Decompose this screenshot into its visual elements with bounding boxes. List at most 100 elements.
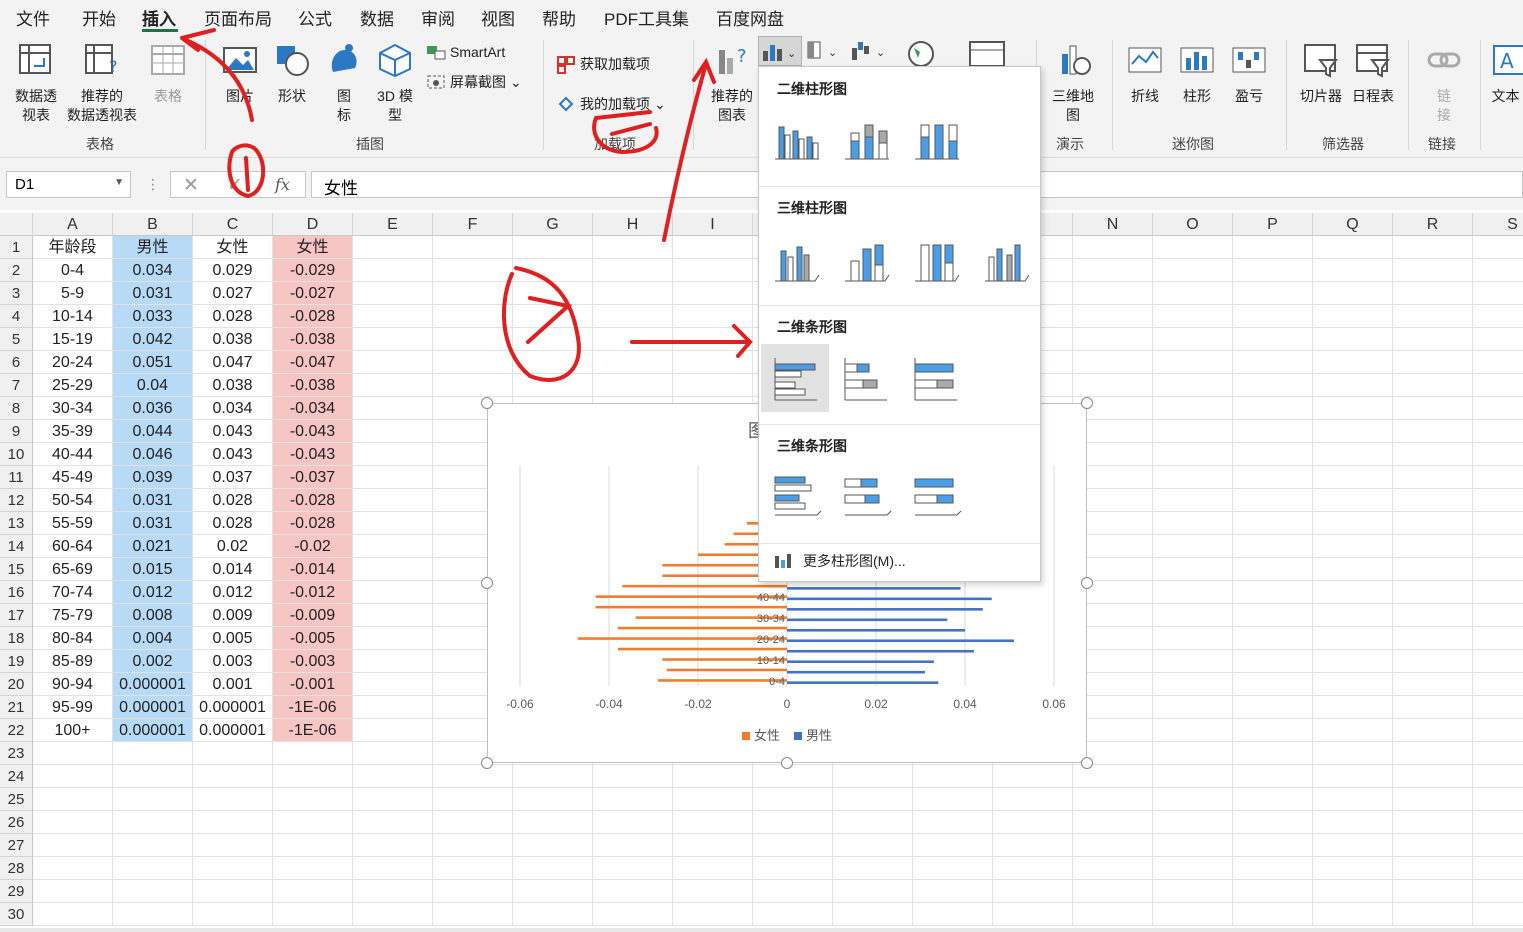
- column-header-G[interactable]: G: [513, 213, 593, 236]
- cell-F30[interactable]: [433, 903, 513, 926]
- cell-Q23[interactable]: [1313, 742, 1393, 765]
- cell-D26[interactable]: [273, 811, 353, 834]
- cell-H1[interactable]: [593, 236, 673, 259]
- slicer-button[interactable]: 切片器: [1296, 42, 1346, 106]
- cell-P15[interactable]: [1233, 558, 1313, 581]
- cell-F5[interactable]: [433, 328, 513, 351]
- cell-G25[interactable]: [513, 788, 593, 811]
- tab-data[interactable]: 数据: [360, 5, 394, 30]
- column-header-E[interactable]: E: [353, 213, 433, 236]
- pictures-button[interactable]: 图片: [218, 42, 262, 106]
- insert-function-icon[interactable]: fx: [275, 175, 290, 194]
- text-button[interactable]: A 文本: [1488, 42, 1523, 106]
- cell-E19[interactable]: [353, 650, 433, 673]
- cell-R15[interactable]: [1393, 558, 1473, 581]
- cell-C27[interactable]: [193, 834, 273, 857]
- cell-R20[interactable]: [1393, 673, 1473, 696]
- tab-view[interactable]: 视图: [481, 5, 515, 30]
- row-header[interactable]: 24: [0, 765, 33, 788]
- tab-review[interactable]: 审阅: [421, 5, 455, 30]
- cell-C18[interactable]: 0.005: [193, 627, 273, 650]
- cell-H27[interactable]: [593, 834, 673, 857]
- cell-P24[interactable]: [1233, 765, 1313, 788]
- cell-C9[interactable]: 0.043: [193, 420, 273, 443]
- cell-E20[interactable]: [353, 673, 433, 696]
- cell-B15[interactable]: 0.015: [113, 558, 193, 581]
- pivot-chart-button[interactable]: [968, 40, 1008, 68]
- column-header-R[interactable]: R: [1393, 213, 1473, 236]
- cell-K24[interactable]: [833, 765, 913, 788]
- cell-G29[interactable]: [513, 880, 593, 903]
- cell-D9[interactable]: -0.043: [273, 420, 353, 443]
- cell-B2[interactable]: 0.034: [113, 259, 193, 282]
- cell-H5[interactable]: [593, 328, 673, 351]
- cell-O3[interactable]: [1153, 282, 1233, 305]
- cell-P9[interactable]: [1233, 420, 1313, 443]
- cell-A25[interactable]: [33, 788, 113, 811]
- cell-P14[interactable]: [1233, 535, 1313, 558]
- row-header[interactable]: 11: [0, 466, 33, 489]
- cell-E11[interactable]: [353, 466, 433, 489]
- row-header[interactable]: 10: [0, 443, 33, 466]
- row-header[interactable]: 23: [0, 742, 33, 765]
- cell-E12[interactable]: [353, 489, 433, 512]
- cell-D14[interactable]: -0.02: [273, 535, 353, 558]
- smartart-button[interactable]: SmartArt: [426, 44, 505, 60]
- cell-D8[interactable]: -0.034: [273, 397, 353, 420]
- cell-S25[interactable]: [1473, 788, 1523, 811]
- stacked-bar-icon[interactable]: [835, 348, 895, 408]
- cell-B16[interactable]: 0.012: [113, 581, 193, 604]
- cell-D13[interactable]: -0.028: [273, 512, 353, 535]
- cell-O22[interactable]: [1153, 719, 1233, 742]
- cell-D25[interactable]: [273, 788, 353, 811]
- cell-S22[interactable]: [1473, 719, 1523, 742]
- row-header[interactable]: 6: [0, 351, 33, 374]
- tab-pdf-tools[interactable]: PDF工具集: [604, 5, 689, 30]
- cell-S2[interactable]: [1473, 259, 1523, 282]
- cell-Q20[interactable]: [1313, 673, 1393, 696]
- cell-P10[interactable]: [1233, 443, 1313, 466]
- cell-E7[interactable]: [353, 374, 433, 397]
- cell-Q13[interactable]: [1313, 512, 1393, 535]
- cell-N4[interactable]: [1073, 305, 1153, 328]
- cell-E13[interactable]: [353, 512, 433, 535]
- cell-Q6[interactable]: [1313, 351, 1393, 374]
- cell-D30[interactable]: [273, 903, 353, 926]
- cell-B12[interactable]: 0.031: [113, 489, 193, 512]
- cell-I7[interactable]: [673, 374, 753, 397]
- cell-F2[interactable]: [433, 259, 513, 282]
- cell-P17[interactable]: [1233, 604, 1313, 627]
- cell-S11[interactable]: [1473, 466, 1523, 489]
- cell-D28[interactable]: [273, 857, 353, 880]
- row-header[interactable]: 29: [0, 880, 33, 903]
- cell-F6[interactable]: [433, 351, 513, 374]
- cell-P2[interactable]: [1233, 259, 1313, 282]
- cell-Q22[interactable]: [1313, 719, 1393, 742]
- column-header-B[interactable]: B: [113, 213, 193, 236]
- row-header[interactable]: 12: [0, 489, 33, 512]
- cell-H4[interactable]: [593, 305, 673, 328]
- cell-Q11[interactable]: [1313, 466, 1393, 489]
- cell-D7[interactable]: -0.038: [273, 374, 353, 397]
- cell-R2[interactable]: [1393, 259, 1473, 282]
- cell-D12[interactable]: -0.028: [273, 489, 353, 512]
- column-header-H[interactable]: H: [593, 213, 673, 236]
- cell-I4[interactable]: [673, 305, 753, 328]
- cell-R26[interactable]: [1393, 811, 1473, 834]
- cell-I26[interactable]: [673, 811, 753, 834]
- cell-A13[interactable]: 55-59: [33, 512, 113, 535]
- cell-D20[interactable]: -0.001: [273, 673, 353, 696]
- cell-D24[interactable]: [273, 765, 353, 788]
- cell-J26[interactable]: [753, 811, 833, 834]
- cell-N1[interactable]: [1073, 236, 1153, 259]
- cell-A9[interactable]: 35-39: [33, 420, 113, 443]
- cell-P26[interactable]: [1233, 811, 1313, 834]
- cell-N25[interactable]: [1073, 788, 1153, 811]
- tab-formulas[interactable]: 公式: [298, 5, 332, 30]
- cell-A4[interactable]: 10-14: [33, 305, 113, 328]
- cell-S14[interactable]: [1473, 535, 1523, 558]
- cell-O4[interactable]: [1153, 305, 1233, 328]
- cell-R7[interactable]: [1393, 374, 1473, 397]
- cell-G4[interactable]: [513, 305, 593, 328]
- cell-F4[interactable]: [433, 305, 513, 328]
